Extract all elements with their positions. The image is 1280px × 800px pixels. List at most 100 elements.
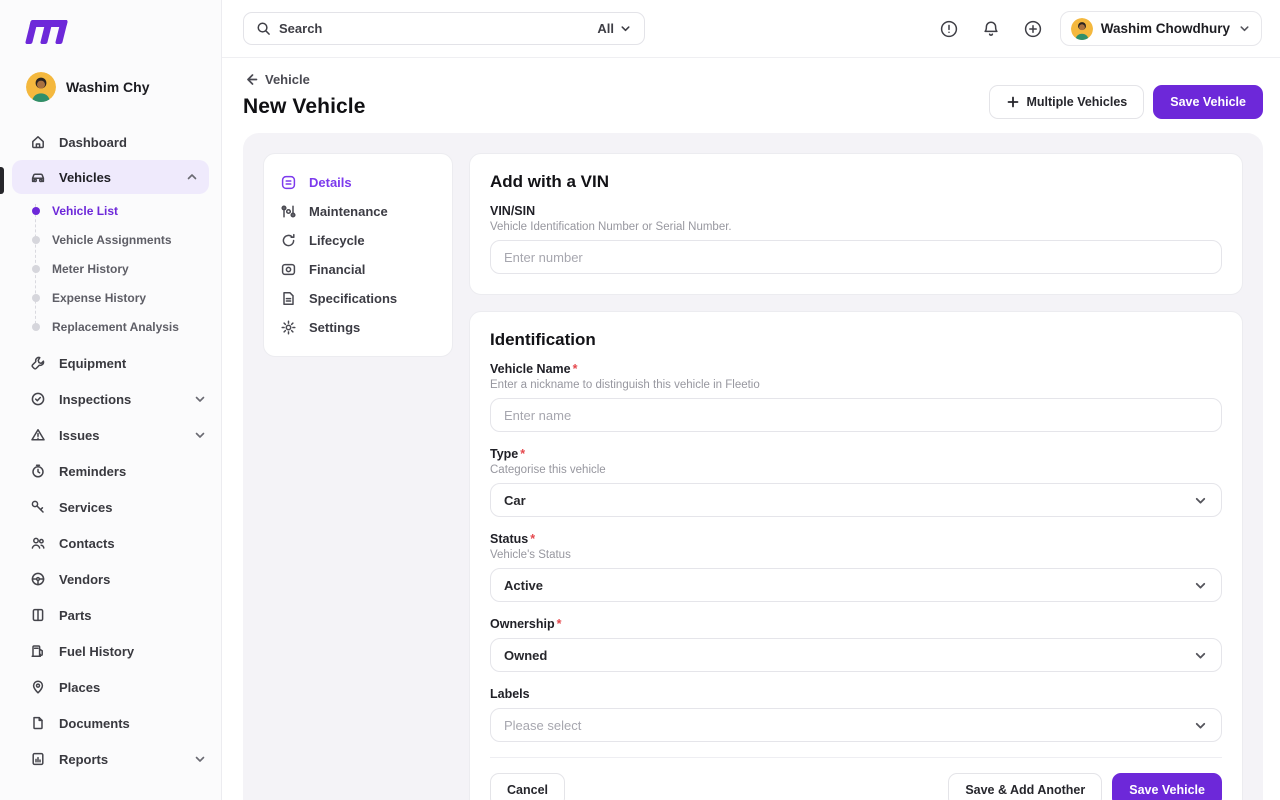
save-vehicle-label: Save Vehicle <box>1170 95 1246 109</box>
sidebar-item-fuel-history[interactable]: Fuel History <box>0 633 221 669</box>
cycle-arrows-icon <box>280 232 297 249</box>
user-avatar <box>26 72 56 102</box>
sidebar-subitem-vehicle-assignments[interactable]: Vehicle Assignments <box>0 225 221 254</box>
multiple-vehicles-label: Multiple Vehicles <box>1027 95 1128 109</box>
sidebar-subitem-expense-history[interactable]: Expense History <box>0 283 221 312</box>
inspection-badge-icon <box>30 391 46 407</box>
report-chart-icon <box>30 751 46 767</box>
required-asterisk: * <box>573 362 578 376</box>
chevron-down-icon <box>619 22 632 35</box>
sidebar-item-dashboard[interactable]: Dashboard <box>0 124 221 160</box>
labels-select[interactable]: Please select <box>490 708 1222 742</box>
breadcrumb-back[interactable]: Vehicle <box>243 72 366 87</box>
wrench-icon <box>30 355 46 371</box>
app-window: Washim Chy Dashboard Vehicles Vehicle Li… <box>0 0 1280 800</box>
status-select[interactable]: Active <box>490 568 1222 602</box>
sidebar-item-equipment[interactable]: Equipment <box>0 345 221 381</box>
vin-input-wrap <box>490 240 1222 274</box>
identification-card: Identification Vehicle Name* Enter a nic… <box>469 311 1243 800</box>
vin-input[interactable] <box>504 250 1208 265</box>
save-add-another-button[interactable]: Save & Add Another <box>948 773 1102 800</box>
sidebar-item-documents[interactable]: Documents <box>0 705 221 741</box>
required-asterisk: * <box>520 447 525 461</box>
required-asterisk: * <box>557 617 562 631</box>
sidebar-item-label: Documents <box>59 716 207 731</box>
tab-label: Specifications <box>309 291 397 306</box>
save-vehicle-header-button[interactable]: Save Vehicle <box>1153 85 1263 119</box>
search-input[interactable] <box>279 21 589 36</box>
chevron-down-icon <box>1193 718 1208 733</box>
tab-details[interactable]: Details <box>280 168 436 197</box>
vehicles-subnav: Vehicle List Vehicle Assignments Meter H… <box>0 194 221 345</box>
sidebar-item-inspections[interactable]: Inspections <box>0 381 221 417</box>
tab-financial[interactable]: Financial <box>280 255 436 284</box>
sidebar-item-reminders[interactable]: Reminders <box>0 453 221 489</box>
field-label: Status* <box>490 532 1222 546</box>
tools-icon <box>280 203 297 220</box>
sidebar-subitem-meter-history[interactable]: Meter History <box>0 254 221 283</box>
dot-icon <box>32 265 40 273</box>
sidebar-scroll-indicator[interactable] <box>0 167 4 194</box>
tab-specifications[interactable]: Specifications <box>280 284 436 313</box>
m-logo-icon <box>25 20 75 44</box>
sidebar-user-name: Washim Chy <box>66 79 150 95</box>
sidebar-item-places[interactable]: Places <box>0 669 221 705</box>
type-field: Type* Categorise this vehicle Car <box>490 447 1222 517</box>
save-vehicle-label: Save Vehicle <box>1129 783 1205 797</box>
sidebar-item-label: Services <box>59 500 207 515</box>
sidebar-item-vehicles[interactable]: Vehicles <box>12 160 209 194</box>
sidebar-subitem-vehicle-list[interactable]: Vehicle List <box>0 196 221 225</box>
topbar: All Washim Chowdhury <box>222 0 1280 58</box>
sidebar-item-vendors[interactable]: Vendors <box>0 561 221 597</box>
global-search[interactable]: All <box>243 12 645 45</box>
ownership-field: Ownership* Owned <box>490 617 1222 672</box>
sidebar-item-services[interactable]: Services <box>0 489 221 525</box>
search-filter-dropdown[interactable]: All <box>597 21 632 36</box>
save-vehicle-footer-button[interactable]: Save Vehicle <box>1112 773 1222 800</box>
subitem-label: Vehicle List <box>52 204 118 218</box>
sidebar-user[interactable]: Washim Chy <box>0 44 221 120</box>
user-menu[interactable]: Washim Chowdhury <box>1060 11 1262 46</box>
ownership-select[interactable]: Owned <box>490 638 1222 672</box>
sidebar-item-label: Parts <box>59 608 207 623</box>
form-section-tabs: Details Maintenance Lifecycle Financial … <box>263 153 453 357</box>
save-add-another-label: Save & Add Another <box>965 783 1085 797</box>
form-column: Add with a VIN VIN/SIN Vehicle Identific… <box>469 153 1243 780</box>
user-menu-name: Washim Chowdhury <box>1101 21 1230 36</box>
tab-lifecycle[interactable]: Lifecycle <box>280 226 436 255</box>
brand-logo[interactable] <box>0 0 221 44</box>
chevron-down-icon <box>193 428 207 442</box>
type-select-value: Car <box>504 493 526 508</box>
field-label: Labels <box>490 687 1222 701</box>
coin-card-icon <box>280 261 297 278</box>
details-list-icon <box>280 174 297 191</box>
tab-maintenance[interactable]: Maintenance <box>280 197 436 226</box>
people-icon <box>30 535 46 551</box>
book-icon <box>30 607 46 623</box>
tab-settings[interactable]: Settings <box>280 313 436 342</box>
info-button[interactable] <box>934 14 964 44</box>
sidebar: Washim Chy Dashboard Vehicles Vehicle Li… <box>0 0 222 800</box>
type-select[interactable]: Car <box>490 483 1222 517</box>
vehicle-name-input[interactable] <box>504 408 1208 423</box>
sidebar-subitem-replacement-analysis[interactable]: Replacement Analysis <box>0 312 221 341</box>
vin-field-help: Vehicle Identification Number or Serial … <box>490 221 1222 233</box>
cancel-button[interactable]: Cancel <box>490 773 565 800</box>
sidebar-item-issues[interactable]: Issues <box>0 417 221 453</box>
sidebar-item-contacts[interactable]: Contacts <box>0 525 221 561</box>
vin-field-label: VIN/SIN <box>490 204 1222 218</box>
form-footer: Cancel Save & Add Another Save Vehicle <box>490 757 1222 800</box>
page-header: Vehicle New Vehicle Multiple Vehicles Sa… <box>222 58 1280 133</box>
sidebar-item-label: Inspections <box>59 392 180 407</box>
tab-label: Lifecycle <box>309 233 365 248</box>
dot-icon <box>32 294 40 302</box>
field-label: Vehicle Name* <box>490 362 1222 376</box>
sidebar-item-reports[interactable]: Reports <box>0 741 221 777</box>
sidebar-item-parts[interactable]: Parts <box>0 597 221 633</box>
subitem-label: Replacement Analysis <box>52 320 179 334</box>
multiple-vehicles-button[interactable]: Multiple Vehicles <box>989 85 1145 119</box>
notifications-bell-button[interactable] <box>976 14 1006 44</box>
search-filter-label: All <box>597 21 614 36</box>
add-new-button[interactable] <box>1018 14 1048 44</box>
labels-field: Labels Please select <box>490 687 1222 742</box>
